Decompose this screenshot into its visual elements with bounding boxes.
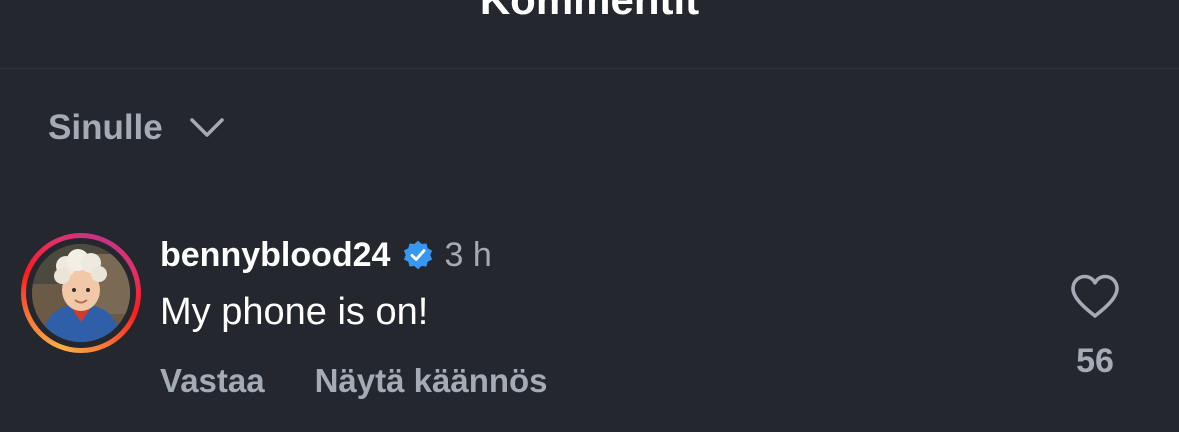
comment-actions: Vastaa Näytä käännös [160, 359, 548, 403]
avatar-story-ring[interactable] [21, 233, 141, 353]
comment-timestamp: 3 h [444, 236, 492, 274]
comments-header: Kommentit [0, 0, 1179, 69]
like-control: 56 [1064, 273, 1126, 381]
reply-button[interactable]: Vastaa [160, 359, 265, 403]
sort-dropdown[interactable]: Sinulle [48, 106, 225, 150]
translate-button[interactable]: Näytä käännös [315, 359, 548, 403]
comment-text: My phone is on! [160, 291, 429, 333]
comments-sheet: Kommentit Sinulle [0, 0, 1179, 432]
heart-icon[interactable] [1069, 273, 1121, 319]
comment-meta: bennyblood24 3 h [160, 233, 492, 277]
verified-badge-icon [402, 239, 434, 271]
like-count: 56 [1076, 342, 1114, 380]
username-link[interactable]: bennyblood24 [160, 233, 390, 277]
chevron-down-icon [189, 116, 225, 140]
comment-item: bennyblood24 3 h My phone is on! Vastaa … [0, 225, 1179, 405]
sort-label: Sinulle [48, 108, 163, 147]
avatar [32, 244, 130, 342]
page-title: Kommentit [0, 0, 1179, 24]
